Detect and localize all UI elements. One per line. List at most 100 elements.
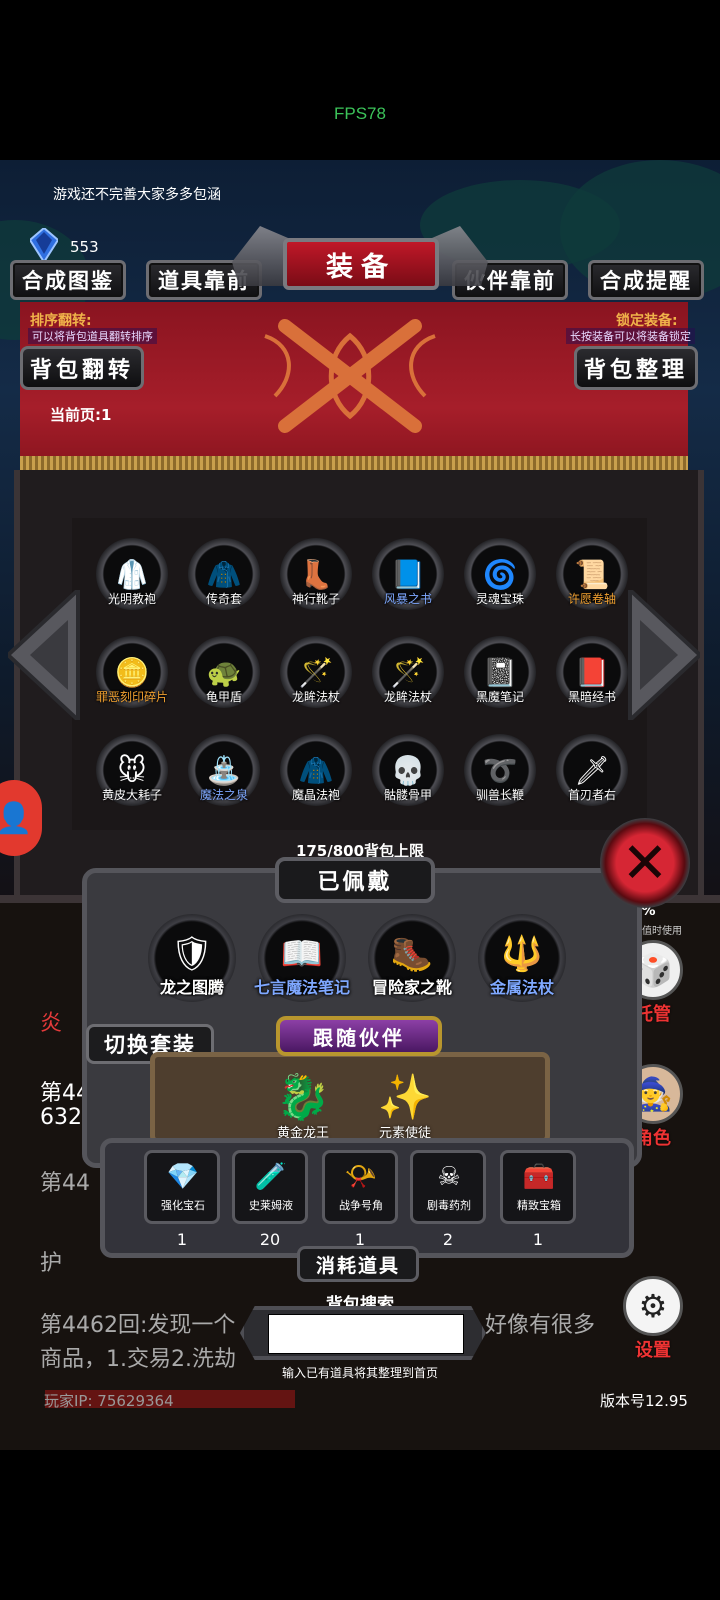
close-icon: ✕ <box>621 830 669 896</box>
robe-icon: 🥼 <box>114 557 150 591</box>
poison-icon: ☠ <box>437 1162 461 1192</box>
avatar-button[interactable]: 👤 <box>0 780 42 856</box>
search-hint: 输入已有道具将其整理到首页 <box>281 1366 438 1380</box>
close-button[interactable]: ✕ <box>600 818 690 908</box>
item-name: 灵魂宝珠 <box>475 592 524 606</box>
red-robe-icon: 🧥 <box>206 557 242 591</box>
skeleton-armor-icon: 💀 <box>390 753 426 787</box>
bag-flip-button[interactable]: 背包翻转 <box>20 346 144 390</box>
gem-count: 553 <box>70 238 99 256</box>
item-name: 黑魔笔记 <box>475 690 524 704</box>
version-label: 版本号12.95 <box>600 1392 688 1410</box>
consumable-slot[interactable]: 🧰 精致宝箱 <box>500 1150 576 1224</box>
coin-icon: 🪙 <box>114 655 150 689</box>
item-name: 传奇套 <box>205 592 242 606</box>
inventory-slot[interactable]: 🪄 龙眸法杖 <box>368 636 448 732</box>
inventory-slot[interactable]: 📜 许愿卷轴 <box>552 538 632 634</box>
consumable-slot[interactable]: 🧪 史莱姆液 <box>232 1150 308 1224</box>
blue-robe-icon: 🧥 <box>298 753 334 787</box>
player-ip: 玩家IP: 75629364 <box>44 1392 174 1410</box>
settings-label: 设置 <box>635 1340 671 1361</box>
inventory-slot[interactable]: 🧥 传奇套 <box>184 538 264 634</box>
item-name: 魔晶法袍 <box>291 788 340 802</box>
tab-synthesis-guide[interactable]: 合成图鉴 <box>10 260 126 300</box>
log-line: 护 <box>40 1251 63 1276</box>
inventory-slot[interactable]: 🪙 罪恶刻印碎片 <box>92 636 172 732</box>
item-name: 风暴之书 <box>383 592 432 606</box>
inventory-slot[interactable]: 📘 风暴之书 <box>368 538 448 634</box>
bag-tidy-button[interactable]: 背包整理 <box>574 346 698 390</box>
notice-text: 游戏还不完善大家多多包涵 <box>53 187 221 203</box>
inventory-slot[interactable]: 🐢 龟甲盾 <box>184 636 264 732</box>
item-name: 首刃者右 <box>567 788 616 802</box>
consumable-slot[interactable]: ☠ 剧毒药剂 <box>410 1150 486 1224</box>
consumable-name: 战争号角 <box>339 1199 383 1212</box>
consumable-qty: 1 <box>176 1230 188 1249</box>
item-name: 许愿卷轴 <box>567 592 616 606</box>
item-name: 罪恶刻印碎片 <box>95 690 168 704</box>
inventory-slot[interactable]: ➰ 驯兽长鞭 <box>460 734 540 830</box>
sort-flip-label: 排序翻转: <box>30 313 92 329</box>
orb-icon: 🌀 <box>482 557 518 591</box>
blade-icon: 🗡 <box>574 753 610 787</box>
consumable-name: 强化宝石 <box>161 1199 205 1212</box>
equipped-item-name: 金属法杖 <box>489 978 554 997</box>
consumable-slot[interactable]: 📯 战争号角 <box>322 1150 398 1224</box>
tab-synthesis-reminder[interactable]: 合成提醒 <box>588 260 704 300</box>
staff-icon: 🔱 <box>500 934 544 974</box>
prev-page-arrow-icon[interactable] <box>8 590 80 720</box>
lock-equip-label: 锁定装备: <box>616 313 678 329</box>
chest-icon: 🧰 <box>522 1162 556 1192</box>
sort-flip-desc: 可以将背包道具翻转排序 <box>28 328 157 344</box>
fountain-icon: ⛲ <box>206 753 242 787</box>
inventory-slot[interactable]: ⛲ 魔法之泉 <box>184 734 264 830</box>
potion-icon: 🧪 <box>254 1162 288 1192</box>
horn-icon: 📯 <box>344 1162 378 1192</box>
staff-icon: 🪄 <box>298 655 334 689</box>
person-icon: 👤 <box>0 800 33 836</box>
consumable-name: 剧毒药剂 <box>427 1199 471 1212</box>
item-name: 神行靴子 <box>291 592 340 606</box>
open-book-icon: 📖 <box>280 934 324 974</box>
item-name: 龙眸法杖 <box>291 690 340 704</box>
inventory-slot[interactable]: 🌀 灵魂宝珠 <box>460 538 540 634</box>
current-page: 当前页:1 <box>50 406 112 424</box>
crossed-swords-emblem-icon <box>264 319 436 433</box>
settings-button[interactable]: ⚙ 设置 <box>622 1276 684 1362</box>
consumable-qty: 20 <box>259 1230 281 1249</box>
consumable-name: 史莱姆液 <box>249 1199 293 1212</box>
item-name: 黄皮大耗子 <box>101 788 162 802</box>
item-name: 骷髅骨甲 <box>383 788 432 802</box>
dark-book-icon: 📓 <box>482 655 518 689</box>
inventory-slot[interactable]: 🗡 首刃者右 <box>552 734 632 830</box>
scroll-icon: 📜 <box>574 557 610 591</box>
item-name: 光明教袍 <box>107 592 156 606</box>
item-name: 驯兽长鞭 <box>475 788 524 802</box>
whip-icon: ➰ <box>482 753 518 787</box>
equipped-title: 已佩戴 <box>275 857 435 903</box>
log-red-text: 炎 <box>40 1011 63 1036</box>
search-input[interactable] <box>268 1314 464 1354</box>
totem-icon: 🛡 <box>170 934 214 974</box>
log-line: 第44 <box>40 1171 90 1196</box>
fps-counter: FPS78 <box>334 104 386 123</box>
inventory-slot[interactable]: 📓 黑魔笔记 <box>460 636 540 732</box>
inventory-slot[interactable]: 🥼 光明教袍 <box>92 538 172 634</box>
book-icon: 📘 <box>390 557 426 591</box>
inventory-slot[interactable]: 📕 黑暗经书 <box>552 636 632 732</box>
item-name: 魔法之泉 <box>199 788 248 802</box>
staff-icon: 🪄 <box>390 655 426 689</box>
gem-icon: 💎 <box>166 1162 200 1192</box>
consumable-name: 精致宝箱 <box>517 1199 561 1212</box>
inventory-slot[interactable]: 🐭 黄皮大耗子 <box>92 734 172 830</box>
consumables-title: 消耗道具 <box>297 1246 419 1282</box>
consumable-qty: 1 <box>532 1230 544 1249</box>
inventory-slot[interactable]: 🧥 魔晶法袍 <box>276 734 356 830</box>
inventory-slot[interactable]: 💀 骷髅骨甲 <box>368 734 448 830</box>
boots-icon: 🥾 <box>390 934 434 974</box>
rat-icon: 🐭 <box>117 753 147 787</box>
consumable-slot[interactable]: 💎 强化宝石 <box>144 1150 220 1224</box>
inventory-slot[interactable]: 🪄 龙眸法杖 <box>276 636 356 732</box>
inventory-slot[interactable]: 👢 神行靴子 <box>276 538 356 634</box>
boots-icon: 👢 <box>298 557 334 591</box>
